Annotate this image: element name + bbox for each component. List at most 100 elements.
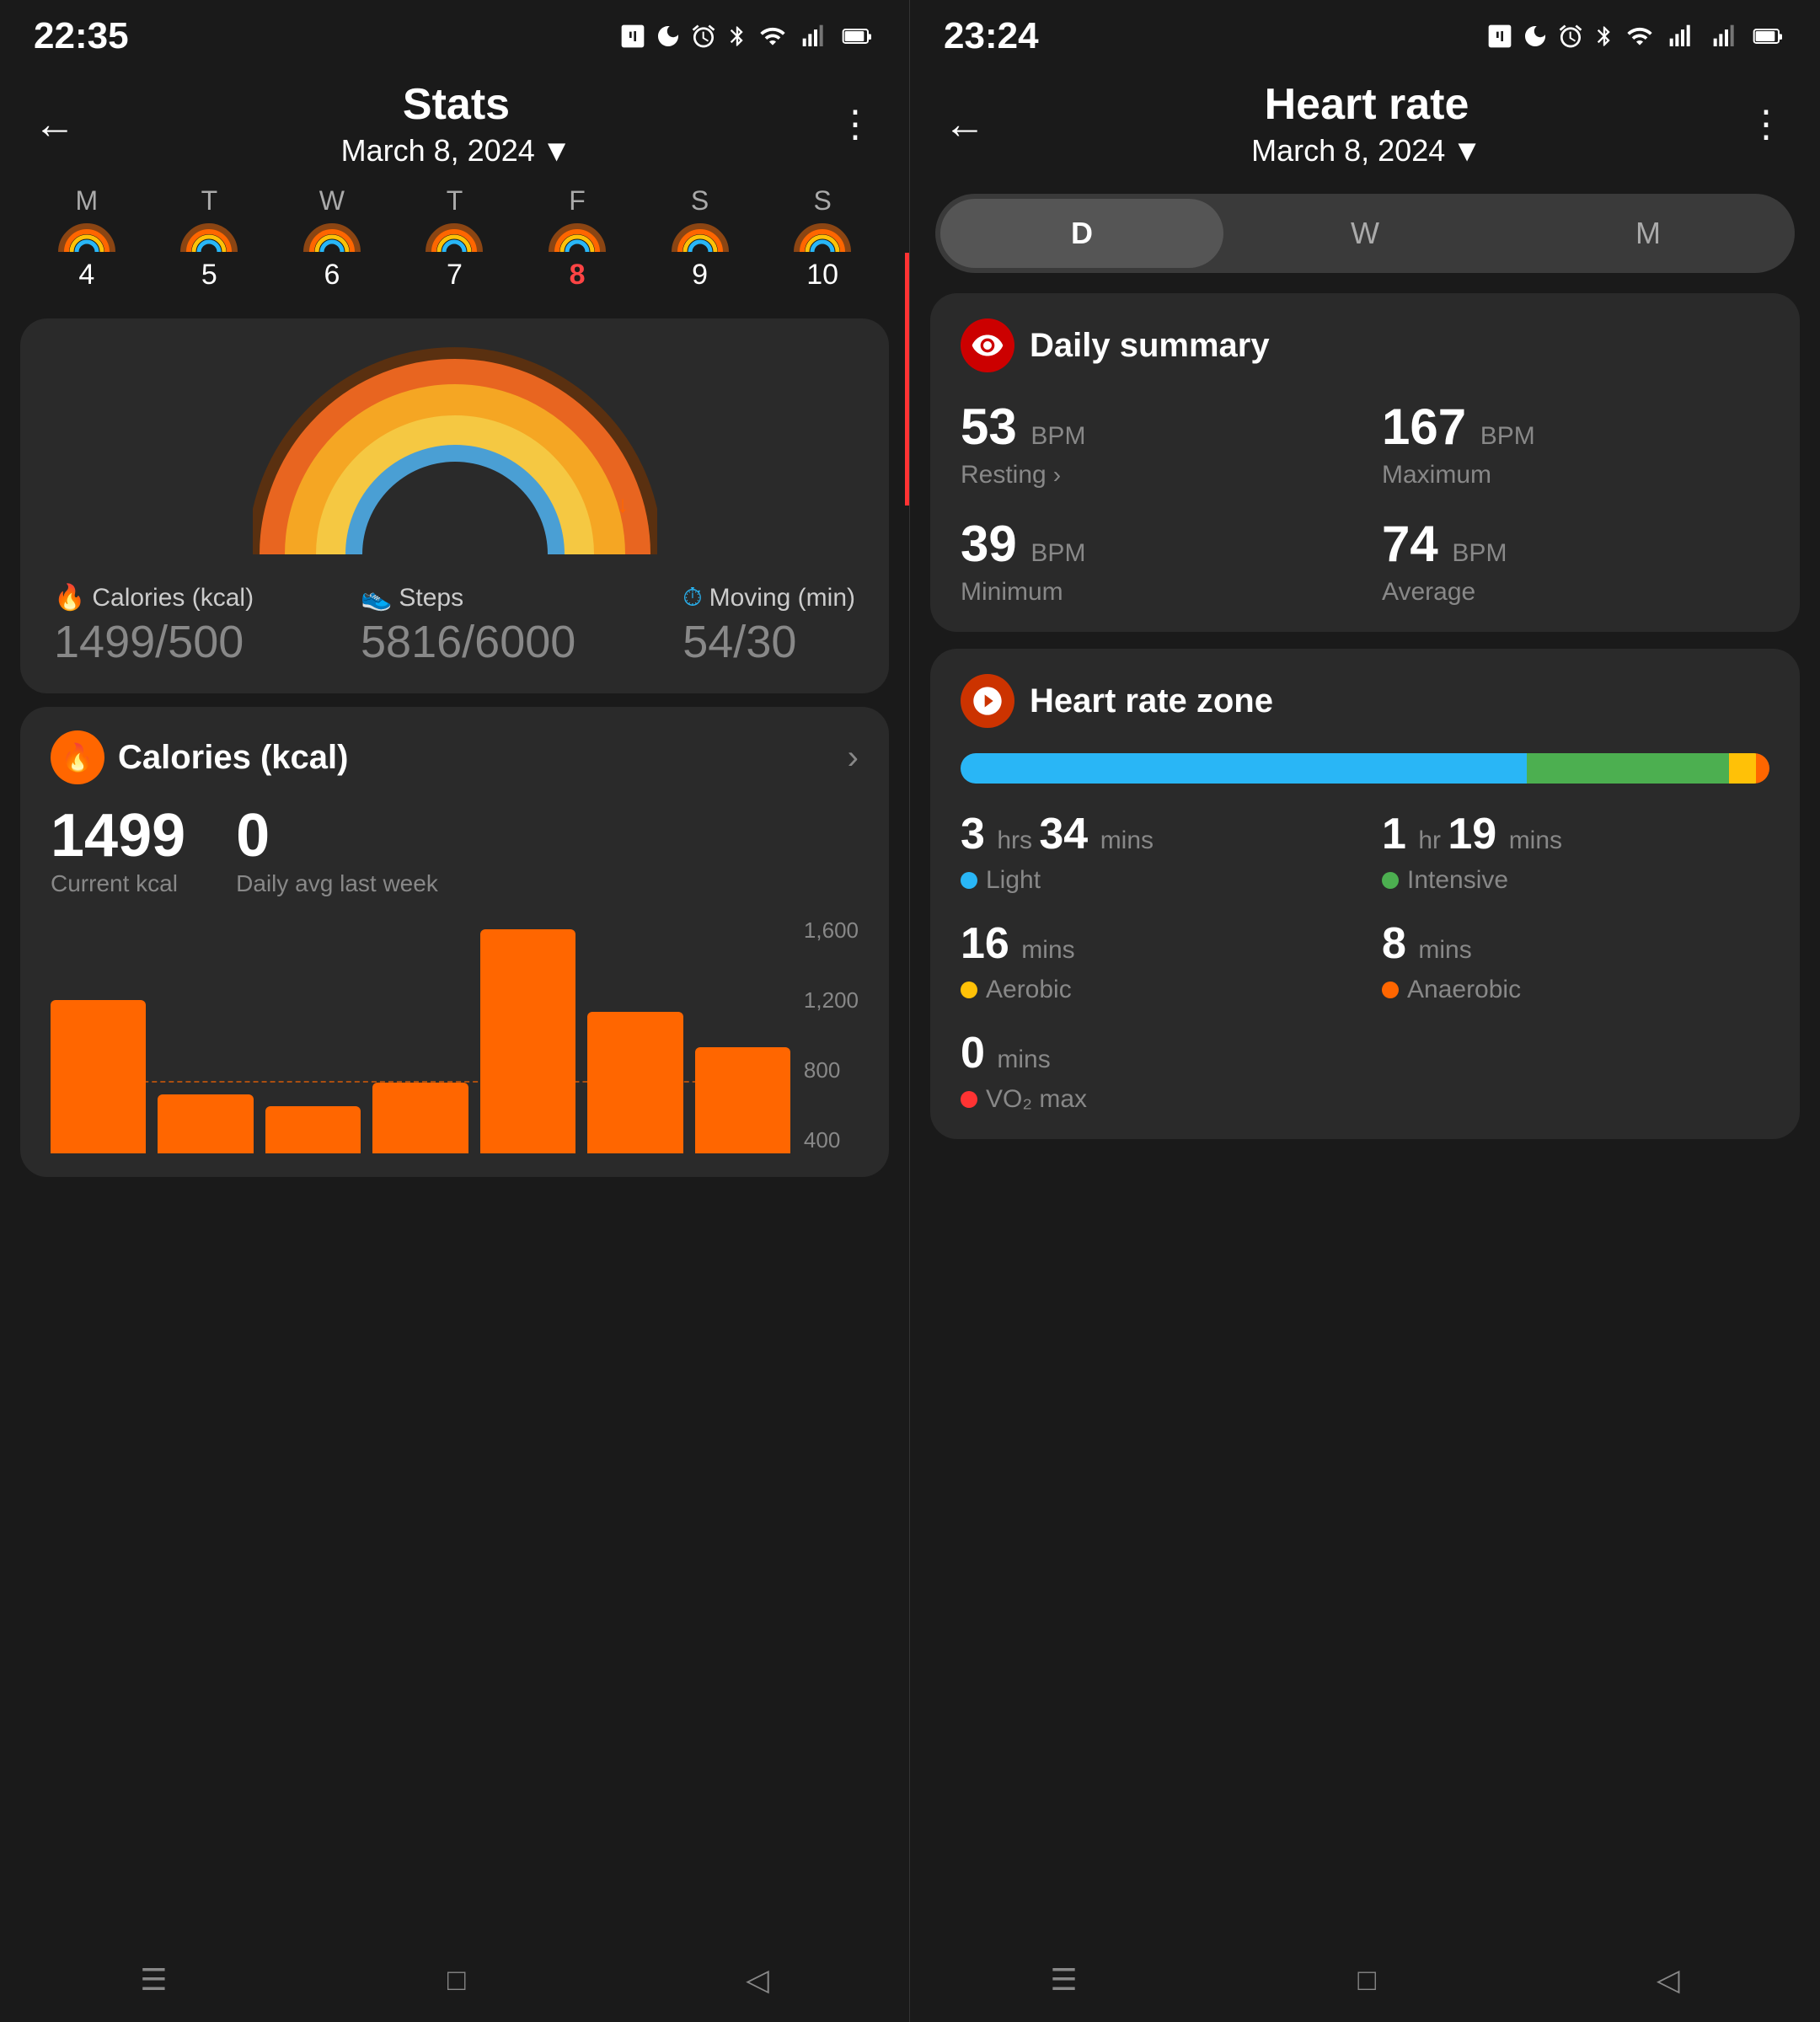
stats-panel: 22:35 ← Stats March 8, 2024 ▼	[0, 0, 910, 2022]
day-item-thu[interactable]: T 7	[426, 185, 483, 292]
calories-stat: 🔥 Calories (kcal) 1499/500	[54, 583, 254, 668]
activity-rainbow: ↓	[253, 344, 657, 563]
bar-4	[372, 1083, 468, 1153]
calories-detail-card[interactable]: 🔥 Calories (kcal) › 1499 Current kcal 0 …	[20, 707, 889, 1177]
nav-menu-right[interactable]: ☰	[1016, 1949, 1111, 2011]
day-item-fri[interactable]: F 8	[549, 185, 606, 292]
status-bar-right: 23:24	[910, 0, 1820, 66]
aerobic-dot	[961, 982, 977, 998]
header-date-right: March 8, 2024 ▼	[986, 133, 1748, 168]
day-rainbow-wed	[303, 223, 361, 252]
svg-text:↓: ↓	[617, 491, 629, 517]
chart-y-labels: 1,600 1,200 800 400	[790, 917, 859, 1153]
average-hr: 74 BPM Average	[1382, 515, 1769, 607]
day-rainbow-thu	[426, 223, 483, 252]
bar-6	[587, 1012, 682, 1153]
red-line-indicator	[905, 253, 909, 506]
resting-hr: 53 BPM Resting ›	[961, 398, 1348, 489]
header-right: ← Heart rate March 8, 2024 ▼ ⋮	[910, 66, 1820, 177]
status-time-left: 22:35	[34, 15, 129, 57]
moving-stat: ⏱ Moving (min) 54/30	[682, 584, 855, 668]
bar-5	[480, 929, 575, 1153]
avg-calories: 0 Daily avg last week	[236, 801, 438, 897]
vo2-zone: 0 mins VO₂ max	[961, 1028, 1348, 1114]
activity-overview-card: ↓ 🔥 Calories (kcal) 1499/500 👟 Steps 5	[20, 318, 889, 693]
day-item-mon[interactable]: M 4	[58, 185, 115, 292]
daily-summary-title: Daily summary	[1030, 327, 1270, 365]
day-item-sun[interactable]: S 10	[794, 185, 851, 292]
nav-back-left[interactable]: ◁	[712, 1949, 803, 2011]
day-rainbow-tue	[180, 223, 238, 252]
calories-icon: 🔥	[51, 730, 104, 784]
steps-stat: 👟 Steps 5816/6000	[361, 583, 575, 668]
calories-chart: 1,600 1,200 800 400	[51, 917, 859, 1153]
menu-button-right[interactable]: ⋮	[1748, 103, 1786, 146]
nav-back-right[interactable]: ◁	[1623, 1949, 1714, 2011]
day-item-tue[interactable]: T 5	[180, 185, 238, 292]
page-title-left: Stats	[76, 79, 837, 130]
daily-summary-icon	[961, 318, 1014, 372]
resting-arrow-icon: ›	[1053, 462, 1061, 489]
status-time-right: 23:24	[944, 15, 1039, 57]
day-item-wed[interactable]: W 6	[303, 185, 361, 292]
calories-numbers: 1499 Current kcal 0 Daily avg last week	[51, 801, 859, 897]
day-rainbow-fri	[549, 223, 606, 252]
header-left: ← Stats March 8, 2024 ▼ ⋮	[0, 66, 909, 177]
nav-menu-left[interactable]: ☰	[106, 1949, 201, 2011]
bar-3	[265, 1106, 361, 1153]
calories-section-title: Calories (kcal)	[118, 739, 348, 777]
page-title-right: Heart rate	[986, 79, 1748, 130]
day-rainbow-sat	[672, 223, 729, 252]
header-center-right: Heart rate March 8, 2024 ▼	[986, 79, 1748, 168]
minimum-hr: 39 BPM Minimum	[961, 515, 1348, 607]
chart-dashed-line	[51, 1081, 790, 1083]
current-calories: 1499 Current kcal	[51, 801, 185, 897]
header-center-left: Stats March 8, 2024 ▼	[76, 79, 837, 168]
period-tab-bar: D W M	[935, 194, 1795, 273]
light-dot	[961, 872, 977, 889]
anaerobic-dot	[1382, 982, 1399, 998]
zone-aerobic-bar	[1729, 753, 1756, 784]
tab-day[interactable]: D	[940, 199, 1223, 268]
zone-icon	[961, 674, 1014, 728]
status-icons-left	[619, 23, 875, 50]
tab-month[interactable]: M	[1507, 199, 1790, 268]
zone-progress-bar	[961, 753, 1769, 784]
day-rainbow-sun	[794, 223, 851, 252]
week-strip: M 4 T 5 W	[0, 177, 909, 305]
bpm-grid: 53 BPM Resting › 167 BPM Maximum	[961, 398, 1769, 607]
tab-week[interactable]: W	[1223, 199, 1507, 268]
vo2-dot	[961, 1091, 977, 1108]
calories-arrow-icon: ›	[848, 739, 859, 777]
status-icons-right	[1486, 23, 1786, 50]
bar-2	[158, 1094, 253, 1153]
day-rainbow-mon	[58, 223, 115, 252]
zone-light-bar	[961, 753, 1527, 784]
activity-stats-row: 🔥 Calories (kcal) 1499/500 👟 Steps 5816/…	[54, 583, 855, 668]
light-zone: 3 hrs 34 mins Light	[961, 809, 1348, 895]
aerobic-zone: 16 mins Aerobic	[961, 918, 1348, 1004]
back-button-left[interactable]: ←	[34, 99, 76, 148]
nav-home-right[interactable]: □	[1324, 1949, 1410, 2011]
anaerobic-zone: 8 mins Anaerobic	[1382, 918, 1769, 1004]
bottom-nav-left: ☰ □ ◁	[0, 1938, 909, 2022]
calories-title-row: 🔥 Calories (kcal)	[51, 730, 348, 784]
bar-1	[51, 1000, 146, 1153]
maximum-hr: 167 BPM Maximum	[1382, 398, 1769, 489]
heart-rate-panel: 23:24 ← Heart rate March 8, 2024 ▼ ⋮ D W…	[910, 0, 1820, 2022]
calories-header: 🔥 Calories (kcal) ›	[51, 730, 859, 784]
status-bar-left: 22:35	[0, 0, 909, 66]
header-date-left: March 8, 2024 ▼	[76, 133, 837, 168]
day-item-sat[interactable]: S 9	[672, 185, 729, 292]
zone-anaerobic-bar	[1756, 753, 1769, 784]
nav-home-left[interactable]: □	[414, 1949, 500, 2011]
bar-7	[695, 1047, 790, 1153]
daily-summary-card[interactable]: Daily summary 53 BPM Resting › 167 BPM	[930, 293, 1800, 632]
bottom-nav-right: ☰ □ ◁	[910, 1938, 1820, 2022]
menu-button-left[interactable]: ⋮	[837, 103, 875, 146]
zone-intensive-bar	[1527, 753, 1729, 784]
intensive-dot	[1382, 872, 1399, 889]
back-button-right[interactable]: ←	[944, 99, 986, 148]
intensive-zone: 1 hr 19 mins Intensive	[1382, 809, 1769, 895]
heart-rate-zone-card[interactable]: Heart rate zone 3 hrs 34 mins Light	[930, 649, 1800, 1139]
